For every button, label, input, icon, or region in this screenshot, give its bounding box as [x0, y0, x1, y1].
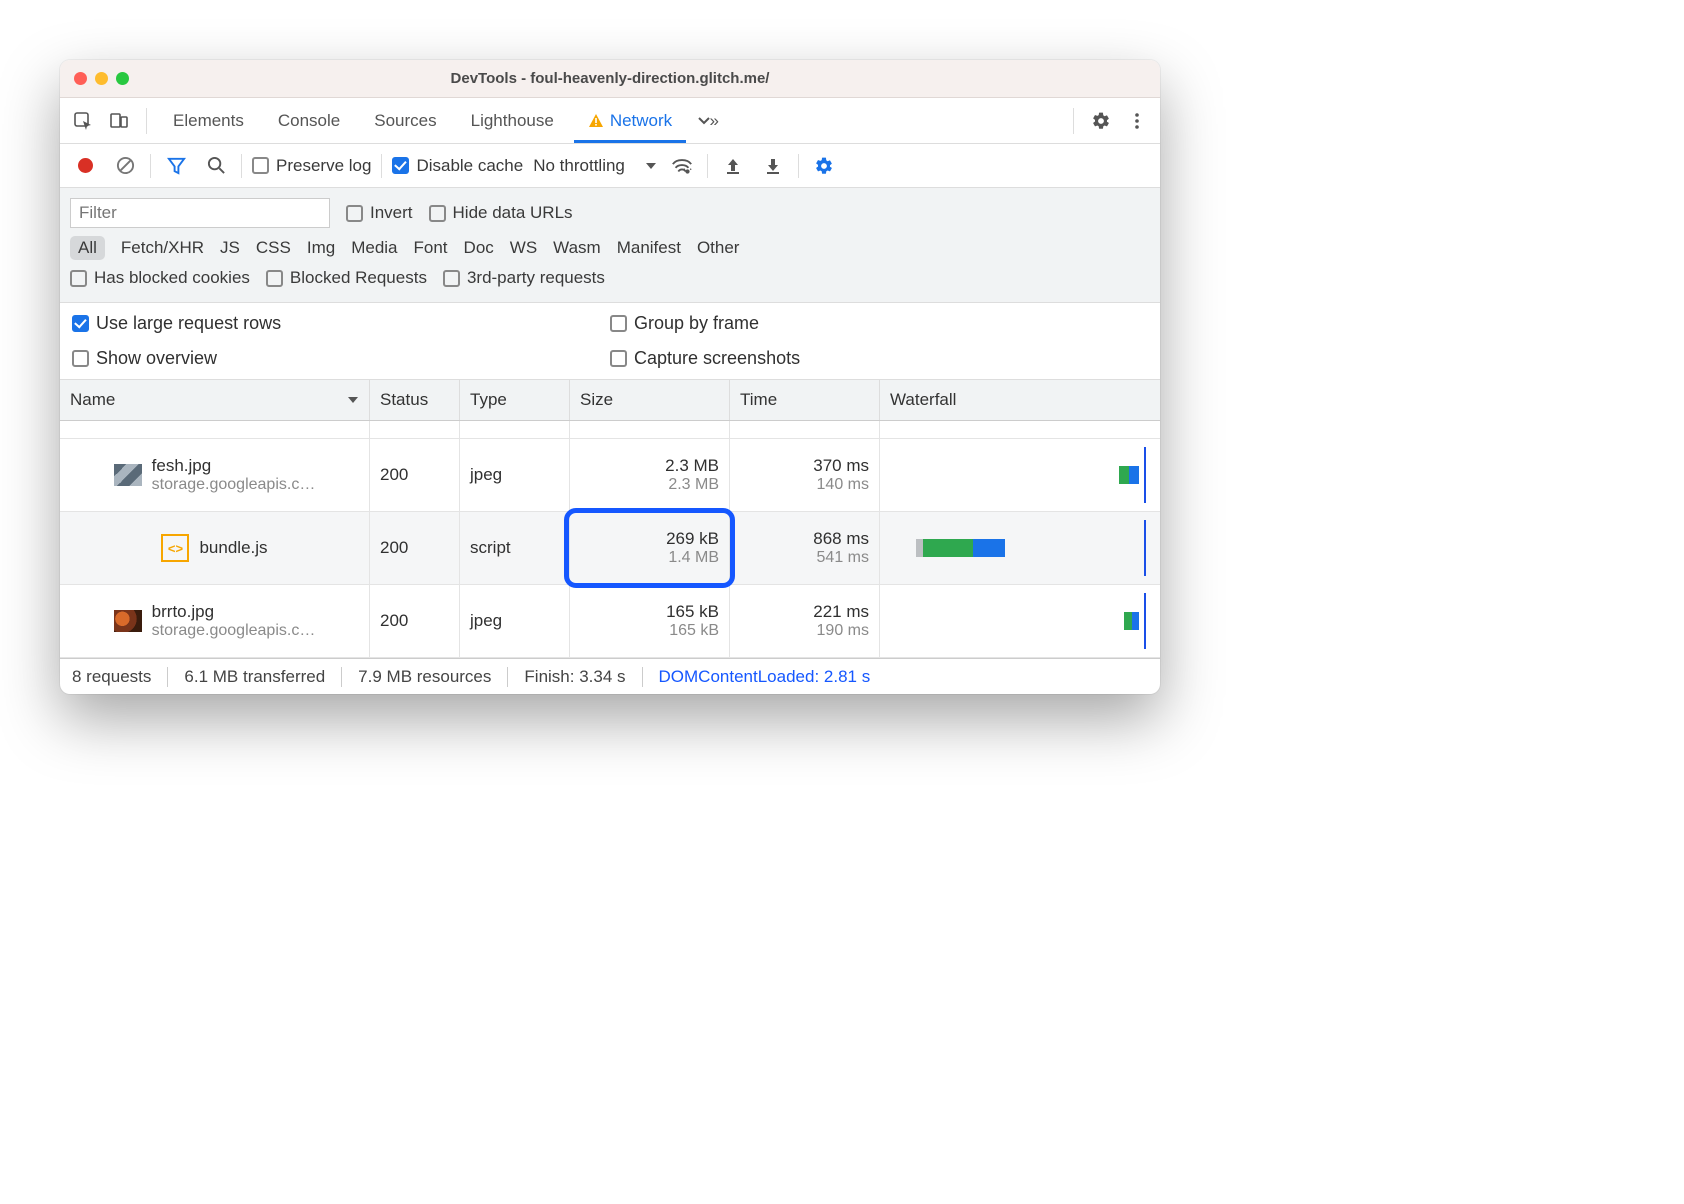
window-title: DevTools - foul-heavenly-direction.glitc…	[451, 70, 770, 87]
filter-type-all[interactable]: All	[70, 236, 105, 260]
device-toggle-icon[interactable]	[104, 106, 134, 136]
col-status[interactable]: Status	[370, 380, 460, 420]
col-time[interactable]: Time	[730, 380, 880, 420]
kebab-menu-icon[interactable]	[1122, 106, 1152, 136]
has-blocked-cookies-checkbox[interactable]: Has blocked cookies	[70, 268, 250, 288]
warning-icon	[588, 113, 604, 129]
request-size: 269 kB1.4 MB	[570, 512, 730, 584]
script-file-icon: <>	[161, 534, 189, 562]
throttling-select[interactable]: No throttling	[533, 156, 657, 176]
filter-type-doc[interactable]: Doc	[464, 238, 494, 258]
col-size[interactable]: Size	[570, 380, 730, 420]
clear-button[interactable]	[110, 151, 140, 181]
request-time: 868 ms541 ms	[730, 512, 880, 584]
request-type: jpeg	[460, 585, 570, 657]
devtools-window: DevTools - foul-heavenly-direction.glitc…	[60, 60, 1160, 694]
network-settings-gear-icon[interactable]	[809, 151, 839, 181]
settings-gear-icon[interactable]	[1086, 106, 1116, 136]
window-titlebar: DevTools - foul-heavenly-direction.glitc…	[60, 60, 1160, 98]
minimize-window-dot[interactable]	[95, 72, 108, 85]
filter-bar: Invert Hide data URLs All Fetch/XHR JS C…	[60, 188, 1160, 303]
request-status: 200	[370, 585, 460, 657]
zoom-window-dot[interactable]	[116, 72, 129, 85]
filter-type-img[interactable]: Img	[307, 238, 335, 258]
resource-type-filters: All Fetch/XHR JS CSS Img Media Font Doc …	[70, 232, 1150, 264]
filter-type-manifest[interactable]: Manifest	[617, 238, 681, 258]
tab-sources[interactable]: Sources	[360, 98, 450, 143]
traffic-lights	[74, 72, 129, 85]
close-window-dot[interactable]	[74, 72, 87, 85]
filter-type-fetch[interactable]: Fetch/XHR	[121, 238, 204, 258]
request-size: 165 kB165 kB	[570, 585, 730, 657]
request-status: 200	[370, 512, 460, 584]
table-row[interactable]: <> bundle.js 200 script 269 kB1.4 MB 868…	[60, 512, 1160, 585]
hide-data-urls-checkbox[interactable]: Hide data URLs	[429, 203, 573, 223]
status-requests: 8 requests	[70, 667, 168, 687]
filter-toggle-icon[interactable]	[161, 151, 191, 181]
col-waterfall[interactable]: Waterfall	[880, 380, 1160, 420]
filter-type-css[interactable]: CSS	[256, 238, 291, 258]
tab-lighthouse[interactable]: Lighthouse	[457, 98, 568, 143]
request-time: 370 ms140 ms	[730, 439, 880, 511]
request-type: jpeg	[460, 439, 570, 511]
show-overview-checkbox[interactable]: Show overview	[72, 348, 610, 369]
sort-caret-icon	[347, 394, 359, 406]
display-options: Use large request rows Group by frame Sh…	[60, 303, 1160, 380]
large-request-rows-checkbox[interactable]: Use large request rows	[72, 313, 610, 334]
status-finish: Finish: 3.34 s	[508, 667, 642, 687]
download-har-icon[interactable]	[758, 151, 788, 181]
search-icon[interactable]	[201, 151, 231, 181]
group-by-frame-checkbox[interactable]: Group by frame	[610, 313, 1148, 334]
dropdown-caret-icon	[645, 160, 657, 172]
request-name: brrto.jpg	[152, 602, 316, 622]
record-button[interactable]	[70, 151, 100, 181]
panel-tabbar: Elements Console Sources Lighthouse Netw…	[60, 98, 1160, 144]
request-domain: storage.googleapis.c…	[152, 476, 316, 494]
blocked-requests-checkbox[interactable]: Blocked Requests	[266, 268, 427, 288]
disable-cache-checkbox[interactable]: Disable cache	[392, 156, 523, 176]
filter-input[interactable]	[70, 198, 330, 228]
status-transferred: 6.1 MB transferred	[168, 667, 342, 687]
more-tabs-icon[interactable]: »	[692, 106, 722, 136]
waterfall-cell	[880, 512, 1160, 584]
table-row[interactable]: fesh.jpg storage.googleapis.c… 200 jpeg …	[60, 439, 1160, 512]
file-thumbnail-icon	[114, 464, 142, 486]
third-party-requests-checkbox[interactable]: 3rd-party requests	[443, 268, 605, 288]
col-type[interactable]: Type	[460, 380, 570, 420]
network-toolbar: Preserve log Disable cache No throttling	[60, 144, 1160, 188]
filter-type-js[interactable]: JS	[220, 238, 240, 258]
filter-type-wasm[interactable]: Wasm	[553, 238, 601, 258]
tab-console[interactable]: Console	[264, 98, 354, 143]
request-size: 2.3 MB2.3 MB	[570, 439, 730, 511]
table-row-cutoff	[60, 421, 1160, 439]
request-name: bundle.js	[199, 538, 267, 558]
filter-type-font[interactable]: Font	[414, 238, 448, 258]
request-time: 221 ms190 ms	[730, 585, 880, 657]
status-domcontentloaded: DOMContentLoaded: 2.81 s	[643, 667, 887, 687]
upload-har-icon[interactable]	[718, 151, 748, 181]
request-status: 200	[370, 439, 460, 511]
request-name: fesh.jpg	[152, 456, 316, 476]
file-thumbnail-icon	[114, 610, 142, 632]
waterfall-cell	[880, 439, 1160, 511]
network-conditions-icon[interactable]	[667, 151, 697, 181]
table-row[interactable]: brrto.jpg storage.googleapis.c… 200 jpeg…	[60, 585, 1160, 658]
filter-type-other[interactable]: Other	[697, 238, 740, 258]
col-name[interactable]: Name	[60, 380, 370, 420]
inspect-icon[interactable]	[68, 106, 98, 136]
request-domain: storage.googleapis.c…	[152, 622, 316, 640]
tab-elements[interactable]: Elements	[159, 98, 258, 143]
request-table-header: Name Status Type Size Time Waterfall	[60, 380, 1160, 421]
invert-checkbox[interactable]: Invert	[346, 203, 413, 223]
capture-screenshots-checkbox[interactable]: Capture screenshots	[610, 348, 1148, 369]
request-table-body: fesh.jpg storage.googleapis.c… 200 jpeg …	[60, 421, 1160, 658]
request-type: script	[460, 512, 570, 584]
preserve-log-checkbox[interactable]: Preserve log	[252, 156, 371, 176]
tab-network[interactable]: Network	[574, 98, 686, 143]
waterfall-cell	[880, 585, 1160, 657]
filter-type-ws[interactable]: WS	[510, 238, 537, 258]
filter-type-media[interactable]: Media	[351, 238, 397, 258]
status-resources: 7.9 MB resources	[342, 667, 508, 687]
status-bar: 8 requests 6.1 MB transferred 7.9 MB res…	[60, 658, 1160, 694]
